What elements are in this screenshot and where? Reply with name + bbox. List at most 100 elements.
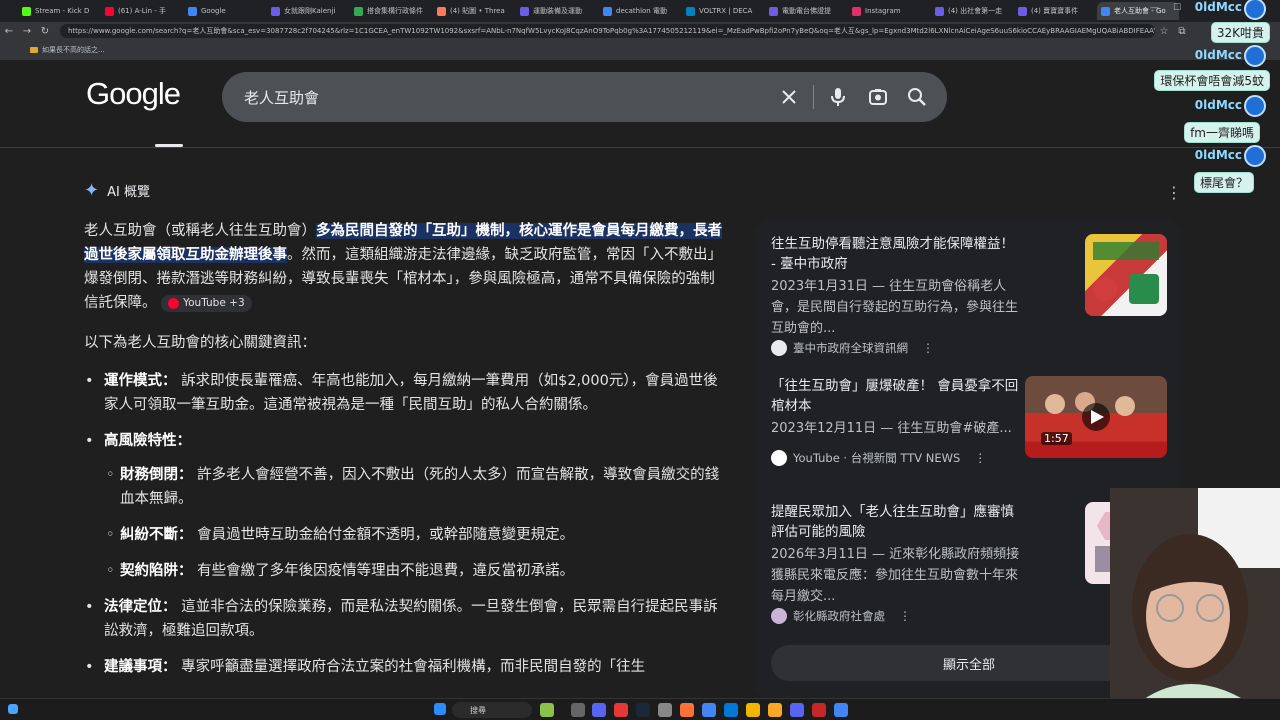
- tab-label: Stream - Kick D: [35, 7, 90, 15]
- search-input[interactable]: [244, 88, 764, 106]
- search-icon[interactable]: [905, 85, 929, 109]
- item-text: 會員過世時互助金給付金額不透明，或幹部隨意變更規定。: [197, 527, 575, 543]
- chrome-icon[interactable]: [834, 703, 848, 717]
- source-snippet: 2026年3月11日 — 近來彰化縣政府頻頻接獲縣民來電反應：參加往生互助會數十…: [771, 547, 1020, 604]
- app-icon[interactable]: [658, 703, 672, 717]
- item-text: 訴求即使長輩罹癌、年高也能加入，每月繳納一筆費用（如$2,000元），會員過世後…: [104, 373, 718, 413]
- lens-icon[interactable]: [866, 85, 890, 109]
- firefox-icon[interactable]: [680, 703, 694, 717]
- browser-tab[interactable]: Stream - Kick D: [18, 2, 100, 20]
- tab-label: 女就跟剛Kalenji: [284, 7, 336, 15]
- url-field[interactable]: https://www.google.com/search?q=老人互助會&sc…: [60, 24, 1155, 38]
- browser-tab[interactable]: (4) 賣寶寶事件: [1014, 2, 1096, 20]
- show-all-button[interactable]: 顯示全部: [771, 645, 1167, 681]
- source-chip[interactable]: YouTube +3: [161, 294, 252, 312]
- browser-tab[interactable]: (4) 貼圖 • Threa: [433, 2, 515, 20]
- youtube-channel-icon: [771, 450, 787, 466]
- app-icon[interactable]: [768, 703, 782, 717]
- browser-tab[interactable]: VOLTRX | DECA: [682, 2, 764, 20]
- sub-list-item: 財務倒閉： 許多老人會經營不善，因入不敷出（死的人太多）而宣告解散，導致會員繳交…: [106, 463, 724, 511]
- browser-tab[interactable]: Instagram: [848, 2, 930, 20]
- source-thumbnail[interactable]: [1085, 234, 1167, 316]
- source-site[interactable]: YouTube · 台視新聞 TTV NEWS ⋮: [771, 450, 986, 466]
- heart-icon: [1244, 0, 1266, 20]
- source-site-name: 彰化縣政府社會處: [793, 609, 885, 623]
- taskbar-search-label: 搜尋: [470, 705, 486, 715]
- browser-tab[interactable]: decathlon 電動: [599, 2, 681, 20]
- taskbar-search[interactable]: 搜尋: [452, 702, 532, 718]
- tab-label: 運動裝備及運動: [533, 7, 582, 15]
- browser-tab[interactable]: (4) 出社會第一走: [931, 2, 1013, 20]
- source-title[interactable]: 提醒民眾加入「老人往生互助會」應審慎評估可能的風險: [771, 502, 1021, 542]
- browser-tab[interactable]: 電動電台佛證提: [765, 2, 847, 20]
- tab-favicon-icon: [1018, 6, 1027, 16]
- back-icon[interactable]: ←: [0, 26, 18, 37]
- more-options-icon[interactable]: ⋮: [974, 451, 986, 465]
- item-text: 這並非合法的保險業務，而是私法契約關係。一旦發生倒會，民眾需自行提起民事訴訟救濟…: [104, 599, 718, 639]
- bookmark-item[interactable]: 如果長不高的話之...: [42, 45, 105, 55]
- chrome-icon[interactable]: [702, 703, 716, 717]
- chat-message: 32K咁貴: [1210, 22, 1270, 43]
- chat-username: 0ldMcc: [1194, 148, 1242, 162]
- edge-icon[interactable]: [724, 703, 738, 717]
- address-bar-row: ← → ↻ https://www.google.com/search?q=老人…: [0, 22, 1280, 40]
- window-controls: — ☐: [1150, 3, 1181, 13]
- tab-favicon-icon: [22, 6, 31, 16]
- app-icon[interactable]: [812, 703, 826, 717]
- source-site-name: 臺中市政府全球資訊網: [793, 341, 908, 355]
- source-chip-label: YouTube +3: [183, 296, 245, 309]
- forward-icon[interactable]: →: [18, 26, 36, 37]
- browser-tab[interactable]: 搭食集構行政條件: [350, 2, 432, 20]
- start-icon[interactable]: [434, 703, 446, 715]
- browser-tab[interactable]: 運動裝備及運動: [516, 2, 598, 20]
- item-text: 許多老人會經營不善，因入不敷出（死的人太多）而宣告解散，導致會員繳交的錢血本無歸…: [120, 467, 720, 507]
- google-logo[interactable]: Google: [86, 76, 181, 112]
- source-site[interactable]: 臺中市政府全球資訊網 ⋮: [771, 340, 934, 356]
- item-title: 運作模式：: [104, 373, 177, 389]
- bookmark-star-icon[interactable]: ☆: [1155, 26, 1173, 37]
- file-explorer-icon[interactable]: [746, 703, 760, 717]
- folder-icon: [30, 47, 38, 53]
- widgets-icon[interactable]: [8, 704, 18, 714]
- microphone-icon[interactable]: [826, 85, 850, 109]
- clear-icon[interactable]: [777, 85, 801, 109]
- browser-tab[interactable]: (61) A-Lin - 手: [101, 2, 183, 20]
- tab-favicon-icon: [437, 6, 446, 16]
- tab-favicon-icon: [603, 6, 612, 16]
- tab-label: (4) 出社會第一走: [948, 7, 1003, 15]
- tab-label: (4) 貼圖 • Threa: [450, 7, 505, 15]
- chat-message: 標尾會？: [1193, 172, 1254, 193]
- more-options-icon[interactable]: ⋮: [899, 609, 911, 623]
- video-thumbnail[interactable]: 1:57: [1025, 376, 1167, 458]
- task-view-icon[interactable]: [571, 703, 585, 717]
- discord-icon[interactable]: [790, 703, 804, 717]
- source-title[interactable]: 「往生互助會」屢爆破產！ 會員憂拿不回棺材本: [771, 376, 1021, 416]
- stream-chat-overlay: 0ldMcc 32K咁貴 0ldMcc 環保杯會唔會減5蚊 0ldMcc fm一…: [1154, 0, 1280, 200]
- app-icon[interactable]: [540, 703, 554, 717]
- taskbar: 搜尋: [0, 698, 1280, 720]
- tab-favicon-icon: [188, 6, 197, 16]
- discord-icon[interactable]: [592, 703, 606, 717]
- source-title[interactable]: 往生互助停看聽注意風險才能保障權益！ - 臺中市政府: [771, 234, 1021, 274]
- tab-label: Google: [201, 7, 226, 15]
- more-options-icon[interactable]: ⋮: [922, 341, 934, 355]
- minimize-icon[interactable]: —: [1150, 3, 1159, 13]
- tab-label: Instagram: [865, 7, 901, 15]
- tab-favicon-icon: [271, 6, 280, 16]
- browser-tab[interactable]: 女就跟剛Kalenji: [267, 2, 349, 20]
- reload-icon[interactable]: ↻: [36, 26, 54, 37]
- summary-text: 老人互助會（或稱老人往生互助會）: [84, 223, 316, 239]
- app-icon[interactable]: [614, 703, 628, 717]
- search-box[interactable]: [222, 72, 947, 122]
- steam-icon[interactable]: [636, 703, 650, 717]
- item-title: 法律定位：: [104, 599, 177, 615]
- browser-tab[interactable]: Google: [184, 2, 266, 20]
- sparkle-icon: ✦: [84, 179, 100, 201]
- google-header: Google: [0, 60, 1280, 148]
- source-site-name: YouTube · 台視新聞 TTV NEWS: [793, 451, 961, 465]
- ai-summary-paragraph: 老人互助會（或稱老人往生互助會）多為民間自發的「互助」機制，核心運作是會員每月繳…: [84, 219, 724, 315]
- source-site[interactable]: 彰化縣政府社會處 ⋮: [771, 608, 911, 624]
- list-item: 運作模式： 訴求即使長輩罹癌、年高也能加入，每月繳納一筆費用（如$2,000元）…: [85, 369, 724, 417]
- tab-label: (61) A-Lin - 手: [118, 7, 167, 15]
- tab-label: 電動電台佛證提: [782, 7, 831, 15]
